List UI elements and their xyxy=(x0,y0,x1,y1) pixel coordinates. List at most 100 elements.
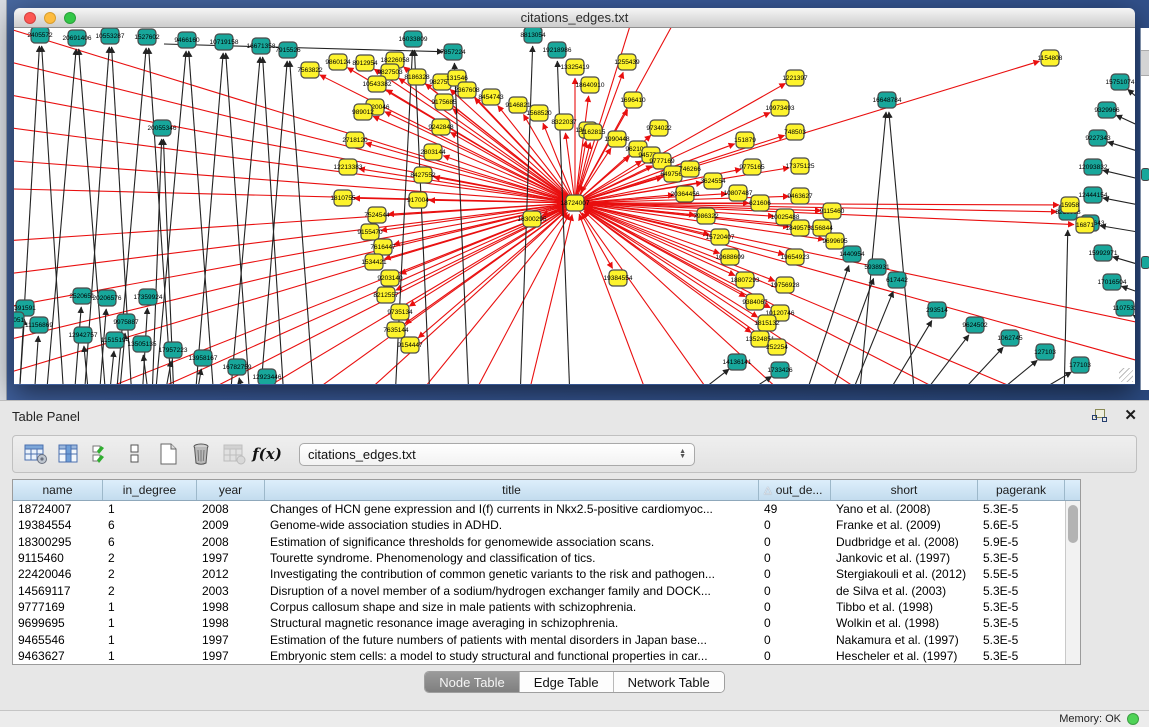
graph-edge[interactable] xyxy=(451,132,575,203)
table-row[interactable]: 946554611997Estimation of the future num… xyxy=(13,631,1065,647)
cell: 1998 xyxy=(197,615,265,631)
table-row[interactable]: 1456911722003Disruption of a novel membe… xyxy=(13,582,1065,598)
graph-node-label: 7616447 xyxy=(370,244,396,251)
graph-edge[interactable] xyxy=(74,307,81,384)
graph-edge[interactable] xyxy=(829,278,874,384)
show-columns-icon[interactable] xyxy=(56,441,82,467)
table-row[interactable]: 2242004622012Investigating the contribut… xyxy=(13,566,1065,582)
graph-edge[interactable] xyxy=(418,203,575,338)
sort-ascending-icon: △ xyxy=(764,485,772,496)
graph-edge[interactable] xyxy=(575,61,1039,203)
graph-edge[interactable] xyxy=(1103,198,1135,206)
table-tabbar: Node TableEdge TableNetwork Table xyxy=(0,671,1149,693)
graph-edge[interactable] xyxy=(19,319,24,384)
graph-edge[interactable] xyxy=(263,57,284,384)
graph-edge[interactable] xyxy=(684,369,729,384)
column-header-out-de-[interactable]: △out_de... xyxy=(759,480,831,500)
tab-node-table[interactable]: Node Table xyxy=(425,672,520,692)
table-row[interactable]: 911546021997Tourette syndrome. Phenomeno… xyxy=(13,550,1065,566)
graph-node-label: 1815132 xyxy=(754,320,780,327)
graph-node-label: 15992971 xyxy=(1089,250,1118,257)
graph-edge[interactable] xyxy=(849,291,893,384)
cell: Stergiakouli et al. (2012) xyxy=(831,566,978,582)
cell: 2008 xyxy=(197,501,265,517)
graph-node-label: 9734022 xyxy=(646,125,672,132)
graph-edge[interactable] xyxy=(1100,226,1135,233)
citation-graph[interactable]: 2405572206914061055328715276029466160107… xyxy=(14,28,1135,384)
column-header-name[interactable]: name xyxy=(13,480,103,500)
graph-node-label: 5938931 xyxy=(864,264,890,271)
graph-node-label: 16671358 xyxy=(247,43,276,50)
graph-edge[interactable] xyxy=(587,206,1135,368)
select-rows-icon[interactable] xyxy=(89,441,115,467)
graph-edge[interactable] xyxy=(575,96,589,203)
table-scrollbar-thumb[interactable] xyxy=(1068,505,1078,543)
cell: 2 xyxy=(103,566,197,582)
graph-edge[interactable] xyxy=(1108,142,1135,153)
graph-edge[interactable] xyxy=(239,378,244,384)
graph-edge[interactable] xyxy=(889,112,915,384)
graph-node-label: 19654923 xyxy=(781,254,810,261)
graph-edge[interactable] xyxy=(804,265,849,384)
graph-node-label: 18300295 xyxy=(518,216,547,223)
network-window-titlebar[interactable]: citations_edges.txt xyxy=(14,8,1135,28)
table-row[interactable]: 946362711997Embryonic stem cells: a mode… xyxy=(13,648,1065,664)
import-table-icon[interactable] xyxy=(221,441,247,467)
graph-edge[interactable] xyxy=(1116,115,1135,128)
graph-edge[interactable] xyxy=(34,336,38,384)
function-builder-icon[interactable]: f(x) xyxy=(254,441,280,467)
table-row[interactable]: 1872400712008Changes of HCN gene express… xyxy=(13,501,1065,517)
graph-edge[interactable] xyxy=(366,143,575,203)
tab-network-table[interactable]: Network Table xyxy=(614,672,724,692)
graph-edge[interactable] xyxy=(584,211,804,384)
table-settings-icon[interactable] xyxy=(23,441,49,467)
graph-edge[interactable] xyxy=(1113,257,1135,266)
graph-node-label: 8427552 xyxy=(410,172,436,179)
table-selector-dropdown[interactable]: citations_edges.txt ▲▼ xyxy=(299,443,695,466)
graph-edge[interactable] xyxy=(385,112,575,203)
cell: 0 xyxy=(759,599,831,615)
graph-edge[interactable] xyxy=(1128,89,1135,103)
table-row[interactable]: 1938455462009Genome-wide association stu… xyxy=(13,517,1065,533)
table-scrollbar[interactable] xyxy=(1065,501,1080,664)
cytoscape-desktop: citations_edges.txt 24055722069140610553… xyxy=(0,0,1149,400)
table-row[interactable]: 969969511998Structural magnetic resonanc… xyxy=(13,615,1065,631)
graph-edge[interactable] xyxy=(1103,170,1135,180)
graph-edge[interactable] xyxy=(164,44,443,52)
graph-edge[interactable] xyxy=(1121,286,1135,294)
create-table-icon[interactable] xyxy=(155,441,181,467)
delete-table-icon[interactable] xyxy=(188,441,214,467)
cell: 9465546 xyxy=(13,631,103,647)
row-height-icon[interactable] xyxy=(122,441,148,467)
column-header-short[interactable]: short xyxy=(831,480,978,500)
table-row[interactable]: 1830029562008Estimation of significance … xyxy=(13,534,1065,550)
graph-edge[interactable] xyxy=(149,48,172,384)
graph-node-label: 10973493 xyxy=(766,105,795,112)
float-panel-icon[interactable] xyxy=(1092,409,1108,423)
graph-edge[interactable] xyxy=(14,53,563,200)
network-canvas[interactable]: 2405572206914061055328715276029466160107… xyxy=(14,28,1135,384)
graph-edge[interactable] xyxy=(290,61,314,384)
column-header-title[interactable]: title xyxy=(265,480,759,500)
graph-node-label: 16648784 xyxy=(873,97,902,104)
table-toolbar: f(x) citations_edges.txt ▲▼ xyxy=(12,435,1137,473)
cell: 5.3E-5 xyxy=(978,615,1065,631)
graph-edge[interactable] xyxy=(385,203,575,259)
column-header-pagerank[interactable]: pagerank xyxy=(978,480,1065,500)
tab-edge-table[interactable]: Edge Table xyxy=(520,672,614,692)
close-panel-icon[interactable]: ✕ xyxy=(1124,409,1137,423)
table-row[interactable]: 977716911998Corpus callosum shape and si… xyxy=(13,599,1065,615)
graph-edge[interactable] xyxy=(919,335,969,384)
graph-node-label: 9384067 xyxy=(742,299,768,306)
column-header-in-degree[interactable]: in_degree xyxy=(103,480,197,500)
graph-node-label: 1568520 xyxy=(526,110,552,117)
cell: 1997 xyxy=(197,631,265,647)
canvas-resize-grip[interactable] xyxy=(1119,368,1133,382)
cell: 1 xyxy=(103,631,197,647)
column-header-year[interactable]: year xyxy=(197,480,265,500)
memory-status-indicator xyxy=(1127,713,1139,725)
cell: Estimation of the future numbers of pati… xyxy=(265,631,759,647)
graph-edge[interactable] xyxy=(109,351,114,384)
cell: 1997 xyxy=(197,648,265,664)
graph-edge[interactable] xyxy=(575,143,590,203)
